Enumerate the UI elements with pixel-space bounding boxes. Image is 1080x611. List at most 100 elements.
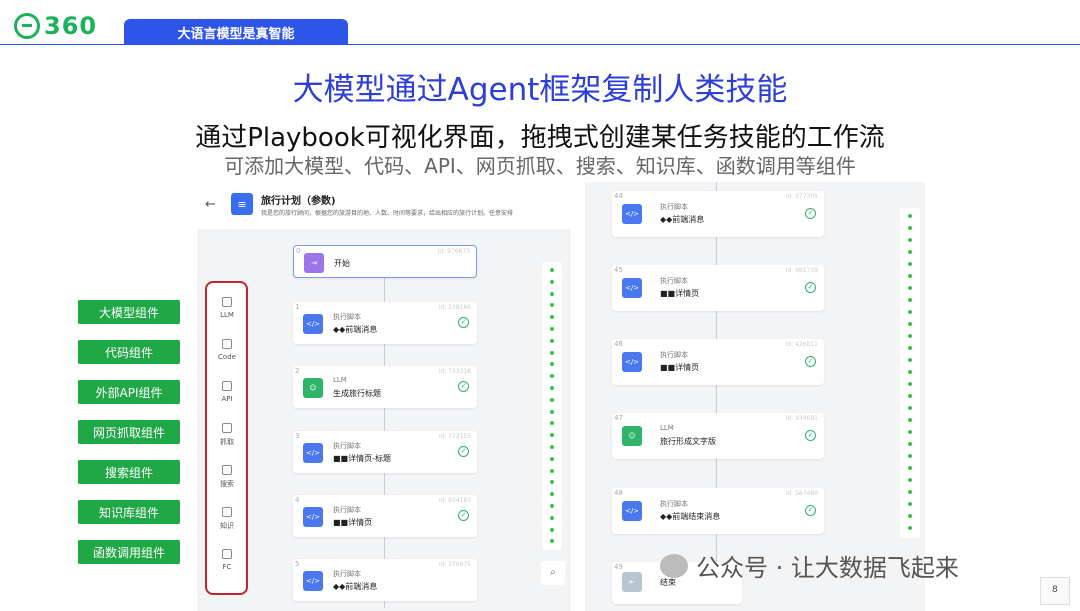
llm-component-button[interactable]: 大模型组件 [78,300,180,324]
tool-crawl[interactable]: 抓取 [207,423,247,447]
node-type: LLM [660,424,674,432]
minimap-dot [908,214,912,218]
minimap-dot [908,526,912,530]
tool-knowledge[interactable]: 知识 [207,507,247,531]
api-icon [222,381,232,391]
page-subtitle-secondary: 可添加大模型、代码、API、网页抓取、搜索、知识库、函数调用等组件 [224,154,856,178]
tool-code[interactable]: Code [207,339,247,361]
watermark-text: 公众号 · 让大数据飞起来 [696,554,959,582]
minimap-dot [908,394,912,398]
tool-label: 知识 [220,522,234,530]
minimap-dot [550,279,554,284]
minimap-dot [550,480,554,485]
code-icon: </> [303,443,323,463]
node-index: 45 [614,266,623,274]
node-type: 执行脚本 [333,506,361,514]
minimap-dot [550,492,554,497]
check-icon: ✓ [458,317,469,328]
minimap-dot [908,406,912,410]
minimap-dot [908,358,912,362]
node-type: 执行脚本 [333,442,361,450]
brand-logo: 360 [14,12,97,40]
tool-label: 抓取 [220,438,234,446]
minimap-dot [908,442,912,446]
knowledge-icon [222,507,232,517]
node-index: 5 [295,560,300,568]
node-type: 执行脚本 [660,203,688,211]
minimap-dot [550,527,554,532]
node-id: id: 976673 [437,248,470,255]
search-component-button[interactable]: 搜索组件 [78,460,180,484]
check-icon: ✓ [805,356,816,367]
minimap-dot [550,421,554,426]
code-icon: </> [622,278,642,298]
workflow-node[interactable]: 2 id: 733318 ☺ LLM 生成旅行标题 ✓ [293,366,477,408]
header-divider [0,44,1080,45]
slide: 360 大语言模型是真智能 大模型通过Agent框架复制人类技能 通过Playb… [0,0,1080,611]
minimap-dot [550,374,554,379]
workflow-node[interactable]: 45 id: 961739 </> 执行脚本 ■■详情页 ✓ [612,265,824,311]
tool-label: Code [218,353,236,361]
minimap-strip[interactable] [900,208,920,538]
knowledge-component-button[interactable]: 知识库组件 [78,500,180,524]
back-arrow-icon[interactable]: ← [205,197,216,212]
code-icon: </> [303,507,323,527]
llm-icon [222,297,232,307]
search-icon [222,465,232,475]
node-type: 执行脚本 [660,277,688,285]
tool-function-call[interactable]: FC [207,549,247,571]
tool-search[interactable]: 搜索 [207,465,247,489]
section-tag: 大语言模型是真智能 [124,19,348,45]
workflow-node[interactable]: 46 id: 426811 </> 执行脚本 ■■详情页 ✓ [612,339,824,385]
node-index: 4 [295,496,300,504]
workflow-node[interactable]: 5 id: 376975 </> 执行脚本 ◆◆前端消息 [293,559,477,601]
code-component-button[interactable]: 代码组件 [78,340,180,364]
workflow-canvas-right [585,182,925,611]
node-type: 执行脚本 [333,570,361,578]
node-name: ◆◆前端消息 [333,582,378,591]
node-index: 3 [295,432,300,440]
node-index: 2 [295,367,300,375]
minimap-dot [908,298,912,302]
minimap-dot [908,370,912,374]
editor-header: ← ≡ 旅行计划（参数) 我是您的旅行顾问，根据您的旅游目的地、人数、时间等要求… [197,183,573,229]
api-component-button[interactable]: 外部API组件 [78,380,180,404]
minimap-dot [908,346,912,350]
node-id: id: 577305 [785,193,818,200]
workflow-node[interactable]: 0 id: 976673 ⇥ 开始 [293,245,477,278]
workflow-node[interactable]: 3 id: 772155 </> 执行脚本 ■■详情页-标题 ✓ [293,431,477,473]
playbook-description: 我是您的旅行顾问，根据您的旅游目的地、人数、时间等要求，给出相应的旅行计划。任意… [261,210,514,217]
workflow-node[interactable]: 4 id: 934183 </> 执行脚本 ■■详情页 ✓ [293,495,477,537]
minimap-dot [550,445,554,449]
minimap-dot [550,303,554,308]
minimap-dot [908,502,912,506]
search-icon[interactable]: ⌕ [541,561,565,585]
check-icon: ✓ [805,282,816,293]
function-call-component-button[interactable]: 函数调用组件 [78,540,180,564]
component-toolbar: LLM Code API 抓取 搜索 知识 FC [205,281,248,595]
workflow-node[interactable]: 48 id: 587488 </> 执行脚本 ◆◆前端结束消息 ✓ [612,488,824,534]
node-id: id: 238186 [438,304,471,311]
node-name: ◆◆前端结束消息 [660,512,721,521]
node-name: 生成旅行标题 [333,389,381,398]
node-name: ◆◆前端消息 [660,215,705,224]
code-icon: </> [303,314,323,334]
llm-robot-icon: ☺ [303,378,323,398]
workflow-node[interactable]: 1 id: 238186 </> 执行脚本 ◆◆前端消息 ✓ [293,302,477,344]
minimap-dot [550,362,554,367]
minimap-dot [908,382,912,386]
tool-api[interactable]: API [207,381,247,403]
minimap-dot [908,490,912,494]
node-name: 旅行形成文字版 [660,437,716,446]
tool-llm[interactable]: LLM [207,297,247,319]
minimap-dot [908,430,912,434]
node-type: LLM [333,376,347,384]
node-type: 执行脚本 [660,351,688,359]
crawl-component-button[interactable]: 网页抓取组件 [78,420,180,444]
minimap-dot [550,338,554,343]
workflow-node[interactable]: 47 id: 934691 ☺ LLM 旅行形成文字版 ✓ [612,413,824,459]
workflow-node[interactable]: 44 id: 577305 </> 执行脚本 ◆◆前端消息 ✓ [612,191,824,237]
minimap-strip[interactable] [542,262,562,550]
node-name: ■■详情页-标题 [333,454,392,463]
minimap-dot [550,291,554,296]
